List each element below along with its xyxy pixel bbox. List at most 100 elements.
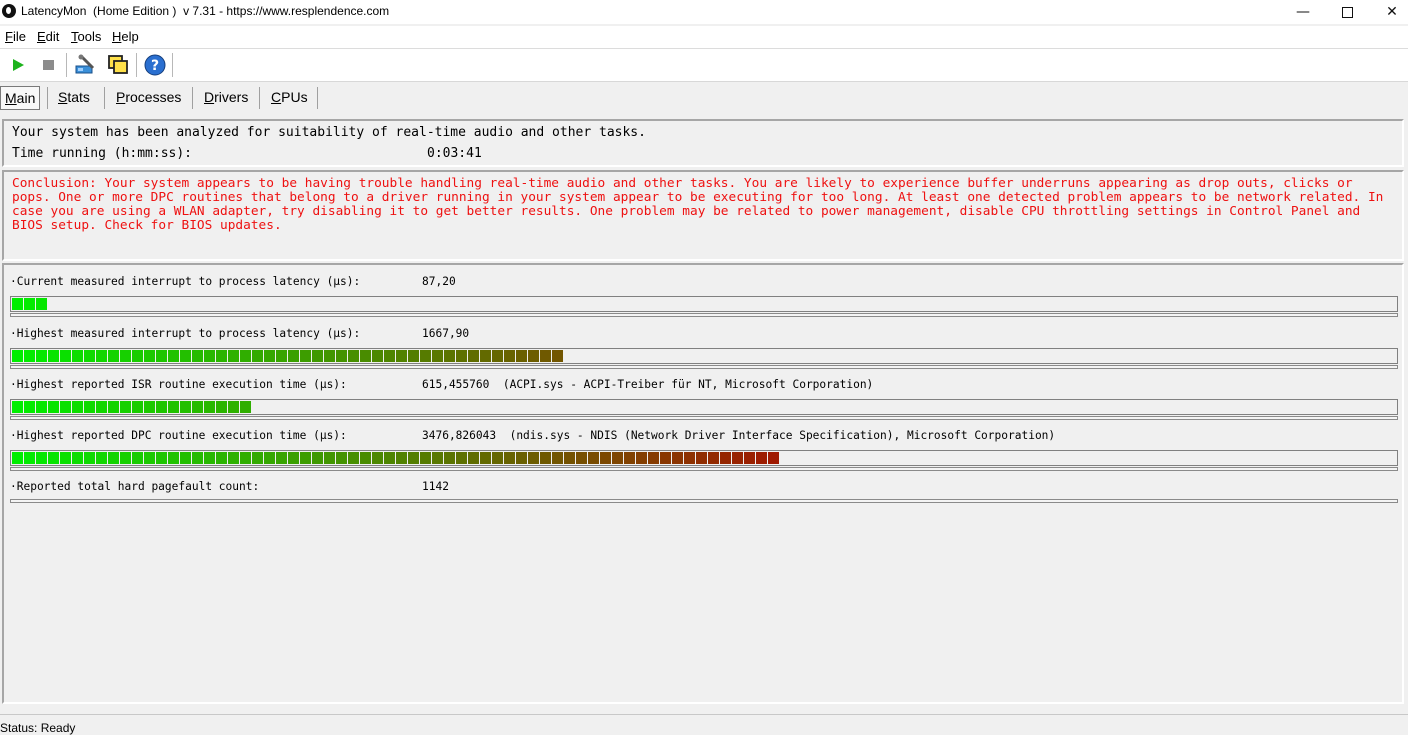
- bar-segment: [216, 452, 227, 464]
- metric-value: 615,455760 (ACPI.sys - ACPI-Treiber für …: [422, 378, 874, 391]
- bar-segment: [360, 350, 371, 362]
- bar-segment: [468, 452, 479, 464]
- bar-segment: [96, 350, 107, 362]
- bar-segment: [492, 350, 503, 362]
- minimize-icon: —: [1296, 4, 1310, 20]
- tab-stats[interactable]: Stats: [54, 86, 94, 108]
- bar-segment: [60, 401, 71, 413]
- bar-segment: [432, 452, 443, 464]
- system-analysis-panel: Your system has been analyzed for suitab…: [2, 119, 1404, 167]
- conclusion-text: Conclusion: Your system appears to be ha…: [12, 176, 1384, 233]
- bar-segment: [552, 452, 563, 464]
- minimize-button[interactable]: —: [1280, 0, 1326, 24]
- bar-segment: [336, 452, 347, 464]
- bar-segment: [84, 350, 95, 362]
- metric-label: ·Reported total hard pagefault count:: [10, 480, 260, 493]
- bar-segment: [108, 350, 119, 362]
- bar-segment: [300, 350, 311, 362]
- bar-segment: [36, 298, 47, 310]
- bar-segment: [576, 452, 587, 464]
- tab-drivers[interactable]: Drivers: [200, 86, 252, 108]
- bar-segment: [144, 401, 155, 413]
- toolbar: ?: [0, 48, 1408, 82]
- bar-segment: [480, 452, 491, 464]
- bar-segment: [564, 452, 575, 464]
- bar-segment: [216, 350, 227, 362]
- bar-segment: [192, 452, 203, 464]
- bar-segment: [372, 452, 383, 464]
- bar-segment: [732, 452, 743, 464]
- bar-segment: [396, 452, 407, 464]
- bar-segment: [684, 452, 695, 464]
- metric-label: ·Current measured interrupt to process l…: [10, 275, 361, 288]
- bar-segment: [624, 452, 635, 464]
- isr-bar: [10, 399, 1398, 415]
- tab-separator: [47, 87, 48, 109]
- menu-help[interactable]: Help: [112, 29, 139, 44]
- tab-separator: [192, 87, 193, 109]
- bar-segment: [528, 350, 539, 362]
- bar-segment: [144, 452, 155, 464]
- bar-segment: [540, 350, 551, 362]
- play-icon: [13, 59, 24, 71]
- bar-segment: [528, 452, 539, 464]
- menu-edit[interactable]: Edit: [37, 29, 59, 44]
- metric-label: ·Highest reported ISR routine execution …: [10, 378, 347, 391]
- bar-segment: [408, 452, 419, 464]
- bar-divider: [10, 467, 1398, 471]
- latencymon-app-icon: [2, 4, 16, 18]
- bar-segment: [744, 452, 755, 464]
- bar-segment: [180, 350, 191, 362]
- bar-segment: [348, 350, 359, 362]
- bar-segment: [72, 401, 83, 413]
- bar-segment: [228, 350, 239, 362]
- metric-value: 1667,90: [422, 327, 470, 340]
- bar-segment: [36, 401, 47, 413]
- analysis-text: Your system has been analyzed for suitab…: [12, 125, 646, 140]
- bar-segment: [396, 350, 407, 362]
- bar-segment: [384, 452, 395, 464]
- bar-segment: [120, 452, 131, 464]
- bar-segment: [492, 452, 503, 464]
- bar-segment: [12, 452, 23, 464]
- time-running-value: 0:03:41: [427, 146, 482, 161]
- close-button[interactable]: ✕: [1369, 0, 1408, 24]
- start-button[interactable]: [7, 54, 29, 76]
- close-icon: ✕: [1386, 4, 1398, 20]
- title-bar: LatencyMon (Home Edition ) v 7.31 - http…: [0, 0, 1408, 24]
- bar-segment: [468, 350, 479, 362]
- bar-segment: [312, 350, 323, 362]
- bar-segment: [24, 298, 35, 310]
- bar-segment: [672, 452, 683, 464]
- bar-segment: [408, 350, 419, 362]
- stop-button[interactable]: [37, 54, 59, 76]
- bar-segment: [480, 350, 491, 362]
- bar-segment: [504, 452, 515, 464]
- toolbar-separator: [172, 53, 173, 77]
- bar-divider: [10, 499, 1398, 503]
- tab-cpus[interactable]: CPUs: [267, 86, 312, 108]
- bar-segment: [24, 401, 35, 413]
- windows-button[interactable]: [107, 54, 129, 76]
- bar-segment: [132, 350, 143, 362]
- latency-bar-fill: [12, 350, 564, 362]
- bar-segment: [108, 401, 119, 413]
- wrench-tool-icon: [75, 54, 95, 74]
- menu-file[interactable]: File: [5, 29, 26, 44]
- bar-segment: [324, 452, 335, 464]
- help-button[interactable]: ?: [144, 54, 166, 76]
- bar-segment: [612, 452, 623, 464]
- bar-segment: [300, 452, 311, 464]
- bar-segment: [96, 452, 107, 464]
- tab-main[interactable]: Main: [0, 86, 41, 110]
- maximize-button[interactable]: [1324, 0, 1370, 24]
- bar-segment: [432, 350, 443, 362]
- tab-processes[interactable]: Processes: [112, 86, 185, 108]
- bar-segment: [36, 452, 47, 464]
- tab-separator: [317, 87, 318, 109]
- latency-bar: [10, 348, 1398, 364]
- tools-button[interactable]: [74, 54, 96, 76]
- menu-tools[interactable]: Tools: [71, 29, 101, 44]
- bar-segment: [72, 350, 83, 362]
- bar-segment: [324, 350, 335, 362]
